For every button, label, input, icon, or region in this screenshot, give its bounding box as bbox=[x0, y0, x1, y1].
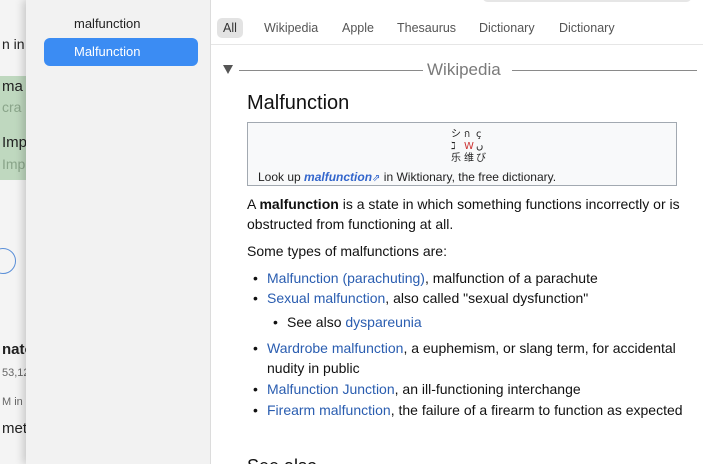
svg-text:ก: ก bbox=[464, 129, 470, 140]
wiktionary-suffix: in Wiktionary, the free dictionary. bbox=[380, 170, 557, 184]
sub-list-item: See also dyspareunia bbox=[267, 312, 687, 332]
types-intro: Some types of malfunctions are: bbox=[247, 243, 447, 259]
wiktionary-note: Look up malfunction⇗ in Wiktionary, the … bbox=[258, 170, 556, 184]
sidebar-item-malfunction-selected[interactable]: Malfunction bbox=[44, 38, 198, 66]
svg-text:W: W bbox=[464, 141, 474, 152]
wiktionary-prefix: Look up bbox=[258, 170, 305, 184]
link-wardrobe-malfunction[interactable]: Wardrobe malfunction bbox=[267, 340, 403, 356]
list-item: Firearm malfunction, the failure of a fi… bbox=[247, 400, 687, 420]
tab-apple[interactable]: Apple bbox=[336, 18, 380, 38]
link-malfunction-junction[interactable]: Malfunction Junction bbox=[267, 381, 395, 397]
svg-text:シ: シ bbox=[451, 129, 461, 140]
intro-paragraph: A malfunction is a state in which someth… bbox=[247, 194, 687, 234]
background-circle-button bbox=[0, 248, 16, 274]
link-sexual-malfunction[interactable]: Sexual malfunction bbox=[267, 290, 385, 306]
wiktionary-logo-icon: シ ก ç ℷ W ں 乐 维 び bbox=[451, 129, 486, 162]
source-tab-bar: All Wikipedia Apple Thesaurus Dictionary… bbox=[211, 12, 703, 45]
background-text: Imp bbox=[2, 134, 28, 151]
tab-thesaurus[interactable]: Thesaurus bbox=[391, 18, 462, 38]
background-text: n in bbox=[2, 36, 25, 52]
next-heading-cutoff: See also bbox=[247, 456, 317, 464]
list-item: Malfunction (parachuting), malfunction o… bbox=[247, 268, 687, 288]
wiktionary-link[interactable]: malfunction bbox=[304, 170, 372, 184]
search-field[interactable] bbox=[482, 0, 692, 2]
link-parachuting[interactable]: Malfunction (parachuting) bbox=[267, 270, 425, 286]
svg-text:び: び bbox=[476, 152, 486, 162]
entry-title: Malfunction bbox=[247, 92, 350, 114]
wiktionary-box: シ ก ç ℷ W ں 乐 维 び Look up malfunction⇗ i… bbox=[247, 122, 677, 186]
section-divider-left bbox=[239, 70, 423, 71]
background-text: met bbox=[2, 420, 28, 437]
background-text: ma bbox=[2, 78, 23, 95]
svg-text:ℷ: ℷ bbox=[451, 141, 456, 152]
entry-content: Wikipedia Malfunction シ ก ç ℷ W ں 乐 维 び … bbox=[211, 46, 703, 464]
list-item-text: , malfunction of a parachute bbox=[424, 270, 598, 286]
tab-wikipedia[interactable]: Wikipedia bbox=[258, 18, 324, 38]
disclosure-triangle-icon[interactable] bbox=[223, 65, 233, 74]
intro-bold-term: malfunction bbox=[259, 196, 339, 212]
section-divider-right bbox=[512, 70, 697, 71]
background-text: cra bbox=[2, 99, 22, 115]
tab-dictionary[interactable]: Dictionary bbox=[473, 18, 541, 38]
section-title: Wikipedia bbox=[427, 60, 501, 79]
svg-text:维: 维 bbox=[464, 151, 474, 162]
tab-all[interactable]: All bbox=[217, 18, 243, 38]
svg-text:ں: ں bbox=[476, 141, 483, 152]
dictionary-window: malfunction Malfunction All Wikipedia Ap… bbox=[26, 0, 703, 464]
intro-text: A bbox=[247, 196, 260, 212]
sub-list: See also dyspareunia bbox=[267, 312, 687, 332]
tab-dictionary-2[interactable]: Dictionary bbox=[553, 18, 621, 38]
list-item: Wardrobe malfunction, a euphemism, or sl… bbox=[247, 338, 687, 378]
sidebar: malfunction Malfunction bbox=[26, 0, 211, 464]
sidebar-item-malfunction-lowercase[interactable]: malfunction bbox=[44, 10, 198, 38]
svg-text:乐: 乐 bbox=[451, 152, 461, 162]
malfunction-types-list: Malfunction (parachuting), malfunction o… bbox=[247, 268, 687, 420]
link-firearm-malfunction[interactable]: Firearm malfunction bbox=[267, 402, 391, 418]
list-item-text: , also called "sexual dysfunction" bbox=[385, 290, 589, 306]
list-item: Malfunction Junction, an ill-functioning… bbox=[247, 379, 687, 399]
link-dyspareunia[interactable]: dyspareunia bbox=[345, 314, 421, 330]
list-item-text: , an ill-functioning interchange bbox=[394, 381, 581, 397]
sub-list-text: See also bbox=[287, 314, 346, 330]
background-text: Imp bbox=[2, 156, 26, 172]
list-item-text: , the failure of a firearm to function a… bbox=[390, 402, 683, 418]
list-item: Sexual malfunction, also called "sexual … bbox=[247, 288, 687, 332]
svg-text:ç: ç bbox=[476, 129, 482, 140]
